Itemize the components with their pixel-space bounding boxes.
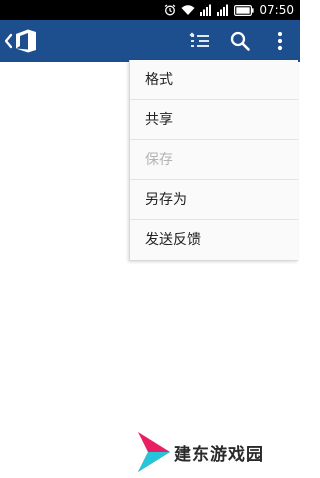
back-chevron-icon[interactable] (3, 29, 13, 53)
status-bar: 07:50 (0, 0, 300, 20)
wifi-icon (181, 4, 195, 16)
menu-item-format[interactable]: 格式 (130, 60, 298, 100)
outline-view-icon[interactable] (188, 29, 212, 53)
status-icons: 07:50 (164, 0, 294, 20)
office-logo-icon[interactable] (14, 28, 38, 54)
menu-item-save: 保存 (130, 140, 298, 180)
search-icon[interactable] (228, 29, 252, 53)
app-bar (0, 20, 300, 62)
watermark-logo-icon (136, 430, 174, 474)
overflow-menu: 格式 共享 保存 另存为 发送反馈 (129, 60, 298, 261)
more-vert-icon[interactable] (268, 29, 292, 53)
menu-item-send-feedback[interactable]: 发送反馈 (130, 220, 298, 260)
watermark-text: 建东游戏园 (174, 445, 264, 465)
alarm-icon (164, 4, 176, 16)
signal-icon (200, 4, 212, 16)
signal-icon (217, 4, 229, 16)
menu-item-share[interactable]: 共享 (130, 100, 298, 140)
battery-icon (234, 4, 255, 16)
status-time: 07:50 (259, 3, 294, 17)
menu-item-save-as[interactable]: 另存为 (130, 180, 298, 220)
